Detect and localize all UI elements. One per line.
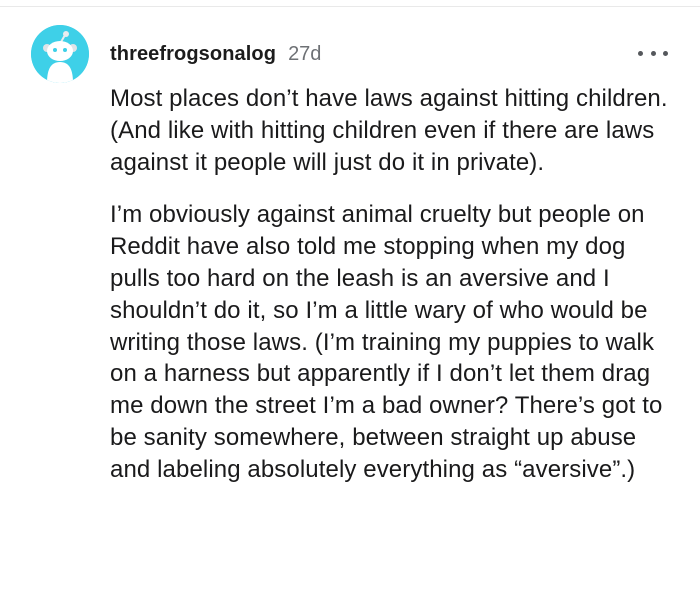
comment-header: threefrogsonalog 27d (110, 40, 321, 68)
comment-paragraph: I’m obviously against animal cruelty but… (110, 201, 663, 483)
more-options-icon[interactable] (638, 44, 668, 62)
comment: threefrogsonalog 27d Most places don’t h… (0, 0, 700, 601)
dot (650, 50, 656, 56)
snoo-avatar-icon (31, 25, 89, 83)
comment-age: 27d (288, 42, 322, 65)
username[interactable]: threefrogsonalog (110, 43, 276, 66)
dot (663, 50, 668, 56)
comment-paragraph: Most places don’t have laws against hitt… (110, 85, 668, 176)
comment-body: Most places don’t have laws against hitt… (110, 83, 680, 486)
avatar[interactable] (31, 25, 89, 83)
dot (638, 50, 643, 56)
